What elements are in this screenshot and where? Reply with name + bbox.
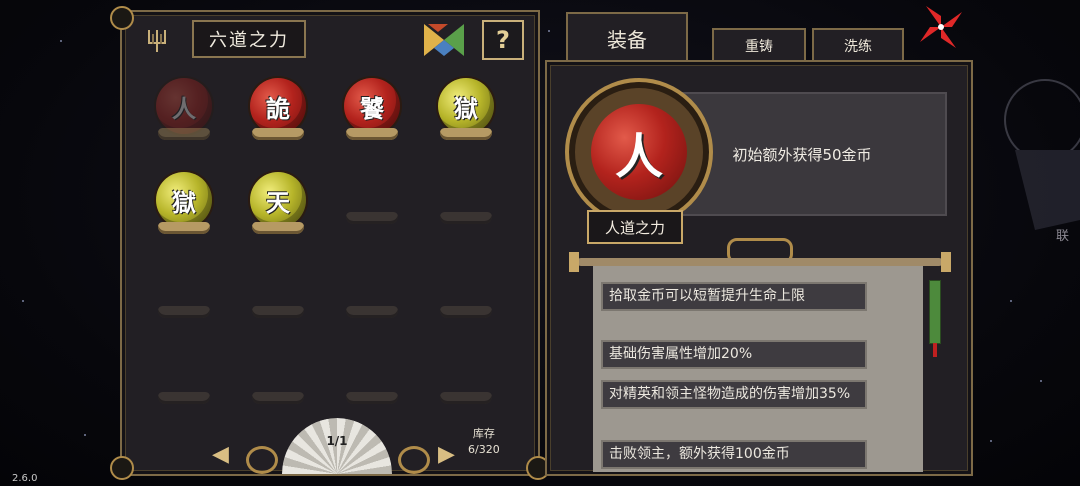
orb-slot[interactable]: 饕 bbox=[340, 74, 404, 146]
trident-icon bbox=[148, 30, 166, 52]
corner-ornament-bl bbox=[110, 456, 134, 480]
empty-pedestal bbox=[158, 392, 210, 404]
effect-item: 对精英和领主怪物造成的伤害增加35% bbox=[601, 380, 867, 409]
tab-equip[interactable]: 装备 bbox=[566, 12, 688, 64]
empty-slot[interactable] bbox=[340, 168, 404, 240]
empty-pedestal bbox=[158, 306, 210, 318]
pagination: ◀ 1/1 ▶ bbox=[212, 412, 462, 474]
tangram-icon[interactable] bbox=[424, 24, 464, 56]
orb-slot[interactable]: 詭 bbox=[246, 74, 310, 146]
orb-heaven[interactable]: 天 bbox=[250, 172, 306, 228]
six-paths-panel: 六道之力 ? 人 詭 饕 獄 獄 天 ◀ 1/1 ▶ 库存 6/320 bbox=[110, 6, 550, 480]
orb-pedestal bbox=[158, 222, 210, 234]
orb-human[interactable]: 人 bbox=[156, 78, 212, 134]
selected-orb-frame: 人 bbox=[565, 78, 713, 226]
empty-slot[interactable] bbox=[434, 168, 498, 240]
empty-slot[interactable] bbox=[152, 262, 216, 334]
empty-slot[interactable] bbox=[152, 348, 216, 420]
effect-item: 击败领主，额外获得100金币 bbox=[601, 440, 867, 469]
empty-slot[interactable] bbox=[340, 262, 404, 334]
stock-counter: 库存 6/320 bbox=[468, 426, 500, 458]
selected-orb: 人 bbox=[591, 104, 687, 200]
prev-page-arrow[interactable]: ◀ bbox=[212, 442, 229, 467]
effect-item: 拾取金币可以短暂提升生命上限 bbox=[601, 282, 867, 311]
empty-pedestal bbox=[346, 306, 398, 318]
background-label: 联 bbox=[1056, 229, 1070, 244]
orb-pedestal bbox=[252, 222, 304, 234]
orb-pedestal bbox=[440, 128, 492, 140]
panel-header: 六道之力 ? bbox=[122, 12, 538, 60]
empty-slot[interactable] bbox=[434, 262, 498, 334]
equip-detail-panel: 初始额外获得50金币 人 人道之力 拾取金币可以短暂提升生命上限 基础伤害属性增… bbox=[545, 60, 973, 476]
orb-slot[interactable]: 天 bbox=[246, 168, 310, 240]
stock-value: 6/320 bbox=[468, 443, 500, 456]
scroll-rod bbox=[569, 252, 951, 272]
empty-pedestal bbox=[252, 392, 304, 404]
next-page-arrow[interactable]: ▶ bbox=[438, 442, 455, 467]
effects-scroll[interactable]: 拾取金币可以短暂提升生命上限 基础伤害属性增加20% 对精英和领主怪物造成的伤害… bbox=[593, 266, 923, 472]
orb-ghost[interactable]: 詭 bbox=[250, 78, 306, 134]
effect-item: 基础伤害属性增加20% bbox=[601, 340, 867, 369]
knot-ornament-left bbox=[246, 446, 278, 474]
orb-slot[interactable]: 獄 bbox=[152, 168, 216, 240]
empty-slot[interactable] bbox=[246, 348, 310, 420]
orb-glutton[interactable]: 饕 bbox=[344, 78, 400, 134]
tab-refine[interactable]: 洗练 bbox=[812, 28, 904, 64]
panel-title: 六道之力 bbox=[192, 20, 306, 58]
orb-pedestal bbox=[158, 128, 210, 140]
empty-pedestal bbox=[440, 392, 492, 404]
orb-slot[interactable]: 人 bbox=[152, 74, 216, 146]
empty-slot[interactable] bbox=[246, 262, 310, 334]
orb-hell[interactable]: 獄 bbox=[438, 78, 494, 134]
orb-pedestal bbox=[346, 128, 398, 140]
empty-slot[interactable] bbox=[434, 348, 498, 420]
orb-pedestal bbox=[252, 128, 304, 140]
version-label: 2.6.0 bbox=[12, 473, 38, 484]
orb-slot[interactable]: 獄 bbox=[434, 74, 498, 146]
knot-ornament-right bbox=[398, 446, 430, 474]
empty-pedestal bbox=[346, 392, 398, 404]
orb-name: 人道之力 bbox=[587, 210, 683, 244]
tab-recast[interactable]: 重铸 bbox=[712, 28, 806, 64]
close-pinwheel-icon[interactable] bbox=[918, 4, 964, 50]
help-button[interactable]: ? bbox=[482, 20, 524, 60]
tassel-ornament bbox=[929, 280, 941, 357]
empty-pedestal bbox=[440, 306, 492, 318]
empty-pedestal bbox=[440, 212, 492, 224]
orb-hell[interactable]: 獄 bbox=[156, 172, 212, 228]
page-indicator: 1/1 bbox=[326, 434, 348, 448]
empty-slot[interactable] bbox=[340, 348, 404, 420]
stock-label: 库存 bbox=[472, 427, 495, 440]
empty-pedestal bbox=[252, 306, 304, 318]
empty-pedestal bbox=[346, 212, 398, 224]
